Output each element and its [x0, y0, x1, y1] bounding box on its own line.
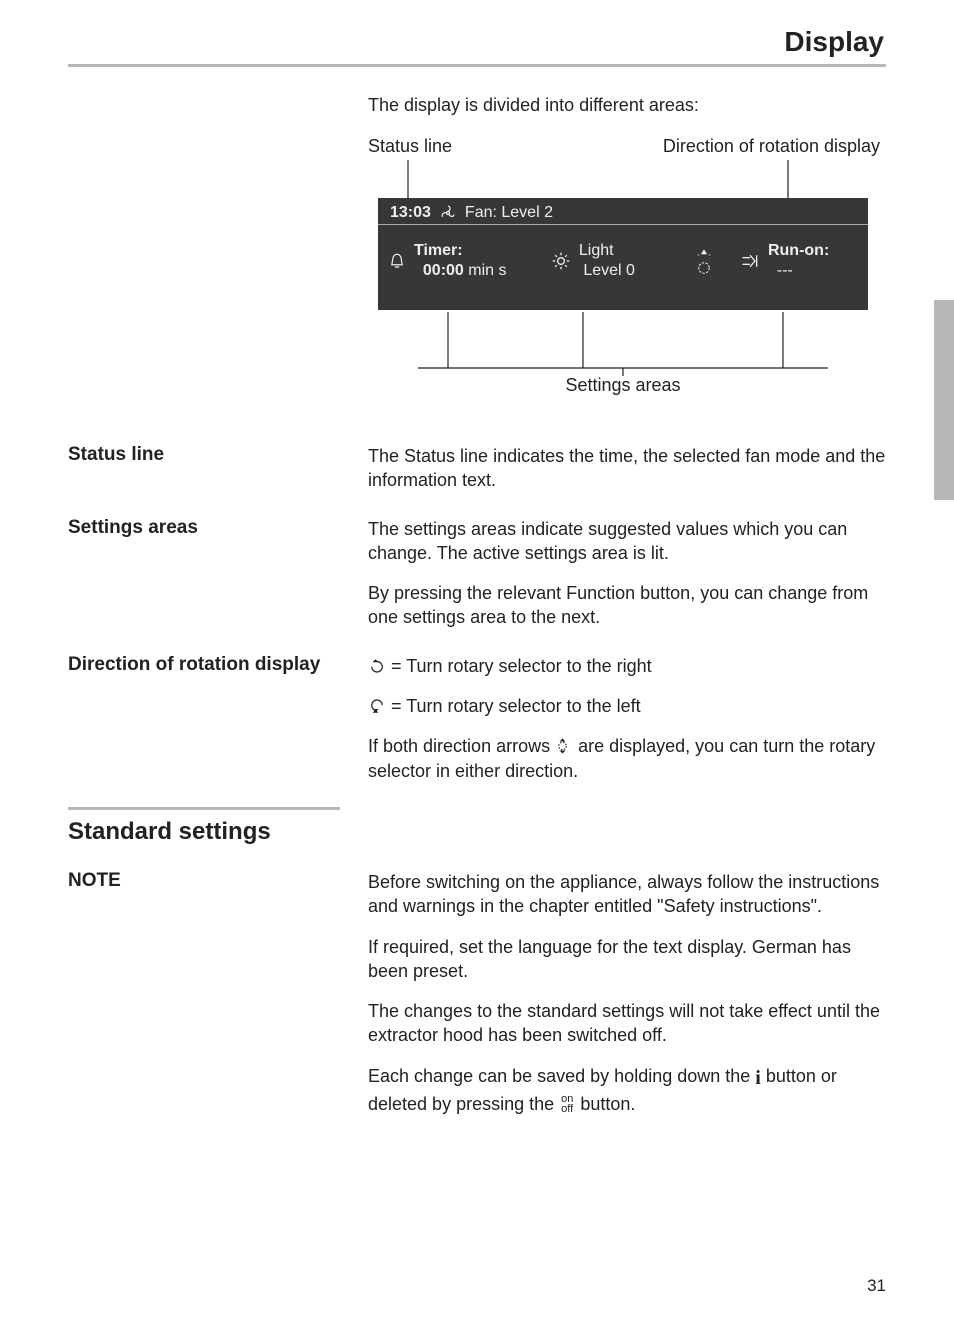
- body-settings-p2: By pressing the relevant Function button…: [368, 581, 886, 630]
- note-p1: Before switching on the appliance, alway…: [368, 870, 886, 919]
- rotation-up-icon: [696, 245, 712, 257]
- bell-icon: [388, 252, 406, 270]
- label-status-line: Status line: [368, 136, 452, 157]
- heading-status-line: Status line: [68, 444, 368, 466]
- page: Display The display is divided into diff…: [0, 0, 954, 1170]
- note-label: NOTE: [68, 870, 368, 892]
- note-p4: Each change can be saved by holding down…: [368, 1064, 886, 1116]
- appliance-display: 13:03 Fan: Level 2 Timer: 00:00 min s: [378, 198, 868, 310]
- section-rotation: Direction of rotation display = Turn rot…: [68, 654, 886, 783]
- selector-right-icon: [368, 657, 386, 675]
- display-status-row: 13:03 Fan: Level 2: [378, 198, 868, 225]
- onoff-off: off: [561, 1103, 573, 1115]
- fan-icon: [439, 204, 457, 222]
- display-fan-text: Fan: Level 2: [465, 204, 553, 222]
- light-label: Light: [579, 242, 614, 259]
- light-icon: [551, 251, 571, 271]
- section-settings-areas: Settings areas The settings areas indica…: [68, 517, 886, 630]
- selector-left-icon: [368, 697, 386, 715]
- page-number: 31: [867, 1276, 886, 1296]
- heading-rotation: Direction of rotation display: [68, 654, 368, 676]
- section-note: NOTE Before switching on the appliance, …: [68, 870, 886, 1116]
- page-title: Display: [68, 26, 886, 58]
- note-p2: If required, set the language for the te…: [368, 935, 886, 984]
- rotation-right-line: = Turn rotary selector to the right: [368, 654, 886, 678]
- onoff-icon: onoff: [559, 1095, 575, 1115]
- rotation-circle-icon: [695, 259, 713, 277]
- rotation-left-line: = Turn rotary selector to the left: [368, 694, 886, 718]
- timer-label: Timer:: [414, 242, 463, 259]
- timer-value: 00:00: [423, 262, 464, 279]
- runon-icon: [740, 252, 760, 270]
- note-p4-pre: Each change can be saved by holding down…: [368, 1066, 755, 1086]
- rotation-cell: [679, 225, 730, 297]
- light-value: Level 0: [583, 262, 635, 279]
- rotation-right-text: = Turn rotary selector to the right: [386, 656, 652, 676]
- label-rotation-display: Direction of rotation display: [663, 136, 880, 157]
- runon-value: ---: [777, 262, 793, 279]
- body-status-line: The Status line indicates the time, the …: [368, 444, 886, 493]
- intro-text: The display is divided into different ar…: [368, 95, 886, 116]
- timer-unit: min s: [468, 262, 506, 279]
- display-time: 13:03: [390, 204, 431, 222]
- display-diagram: Status line Direction of rotation displa…: [368, 136, 878, 396]
- subhead-rule: [68, 807, 340, 810]
- selector-both-icon: [555, 737, 573, 755]
- heading-standard-settings: Standard settings: [68, 818, 886, 846]
- light-cell: Light Level 0: [541, 225, 679, 297]
- heading-settings-areas: Settings areas: [68, 517, 368, 539]
- body-settings-p1: The settings areas indicate suggested va…: [368, 517, 886, 566]
- note-p3: The changes to the standard settings wil…: [368, 999, 886, 1048]
- note-p4-post: button.: [575, 1094, 635, 1114]
- runon-cell: Run-on: ---: [730, 225, 868, 297]
- rotation-both-line: If both direction arrows are displayed, …: [368, 734, 886, 783]
- label-settings-areas: Settings areas: [368, 375, 878, 396]
- section-status-line: Status line The Status line indicates th…: [68, 444, 886, 493]
- runon-label: Run-on:: [768, 242, 829, 259]
- top-rule: [68, 64, 886, 67]
- rotation-left-text: = Turn rotary selector to the left: [386, 696, 641, 716]
- rotation-both-pre: If both direction arrows: [368, 736, 555, 756]
- display-settings-row: Timer: 00:00 min s Light Level 0: [378, 225, 868, 297]
- timer-cell: Timer: 00:00 min s: [378, 225, 541, 297]
